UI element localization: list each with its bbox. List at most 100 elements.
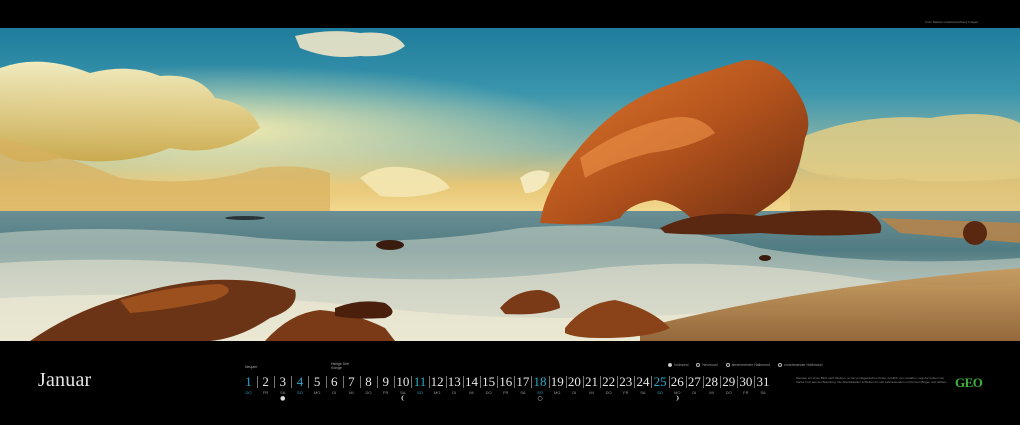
weekday-label: MI — [709, 390, 714, 395]
day-number: 7 — [348, 374, 355, 389]
weekday-label: FR — [262, 390, 269, 395]
day-cell: 9 FR — [377, 374, 396, 395]
waxing-moon-icon — [778, 363, 783, 367]
day-number: 17 — [516, 374, 530, 389]
day-number: 6 — [331, 374, 338, 389]
weekday-label: DO — [245, 390, 252, 395]
new-moon-icon — [696, 363, 701, 367]
day-cell: 8 DO — [360, 374, 379, 395]
day-cell: 25 SO — [652, 374, 670, 395]
day-cell: 12 MO — [429, 374, 447, 395]
weekday-label: MI — [469, 390, 474, 395]
day-number: 5 — [313, 374, 321, 389]
day-cell: 17 SA — [514, 374, 533, 395]
weekday-label: FR — [503, 390, 509, 395]
geo-logo: GEO — [955, 375, 983, 390]
day-cell: 26 MO ❩ — [669, 374, 687, 402]
weekday-label: FR — [383, 390, 389, 395]
weekday-label: FR — [623, 390, 629, 395]
weekday-label: MO — [553, 390, 561, 395]
legend-full-moon: Vollmond — [668, 363, 688, 367]
day-number: 9 — [382, 374, 389, 389]
weekday-label: SA — [760, 390, 766, 395]
legend-waxing-moon: zunehmender Halbmond — [778, 363, 822, 367]
day-number: 15 — [482, 374, 496, 389]
weekday-label: DI — [692, 390, 697, 395]
holiday-label: Neujahr — [245, 365, 258, 369]
day-number: 31 — [756, 374, 770, 389]
weekday-label: SA — [520, 390, 526, 395]
weekday-label: SO — [297, 390, 303, 395]
weekday-label: MI — [589, 390, 594, 395]
day-number: 25 — [653, 374, 667, 389]
day-cell: 11 SO — [412, 374, 430, 395]
moon-phase-icon: ● — [280, 395, 286, 402]
waning-moon-icon — [725, 363, 730, 367]
day-cell: 18 SO ○ — [532, 374, 550, 402]
weekday-label: DO — [365, 390, 372, 395]
day-cell: 2 FR — [257, 374, 276, 395]
day-cell: 21 MI — [583, 374, 601, 395]
day-number: 23 — [619, 374, 633, 389]
weekday-label: DO — [485, 390, 492, 395]
day-number: 4 — [296, 374, 304, 389]
moon-phase-legend: Vollmond Neumond abnehmender Halbmond zu… — [668, 363, 822, 367]
holiday-label: Heilige Drei Könige — [331, 362, 350, 370]
day-number: 13 — [447, 374, 461, 389]
full-moon-icon — [668, 363, 672, 367]
day-number: 18 — [533, 374, 547, 389]
legend-new-moon: Neumond — [696, 363, 718, 367]
moon-phase-icon: ○ — [537, 395, 543, 402]
day-cell: 1 DO — [240, 374, 258, 395]
weekday-label: MO — [433, 390, 441, 395]
weekday-label: SO — [657, 390, 663, 395]
day-number: 11 — [413, 374, 427, 389]
weekday-label: DI — [572, 390, 577, 395]
day-cell: 14 MI — [463, 374, 481, 395]
day-cell: 29 DO — [720, 374, 739, 395]
day-cell: 7 MI — [343, 374, 361, 395]
day-number: 10 — [396, 374, 410, 389]
weekday-label: FR — [743, 390, 749, 395]
day-number: 21 — [585, 374, 598, 389]
day-number: 2 — [262, 374, 269, 389]
day-number: 26 — [670, 374, 684, 389]
day-number: 24 — [636, 374, 650, 389]
month-title: Januar — [38, 369, 92, 391]
weekday-label: MO — [313, 390, 321, 395]
weekday-label: SA — [640, 390, 646, 395]
day-cell: 5 MO — [309, 374, 327, 395]
day-number: 8 — [365, 374, 372, 389]
day-number: 3 — [279, 374, 287, 389]
day-number: 14 — [464, 374, 478, 389]
day-cell: 3 SA ● — [274, 374, 293, 402]
moon-phase-icon: ❩ — [674, 395, 680, 402]
day-number: 29 — [722, 374, 736, 389]
weekday-label: DI — [452, 390, 457, 395]
day-number: 28 — [705, 374, 719, 389]
day-cell: 6 DI — [326, 374, 344, 395]
day-cell: 16 FR — [497, 374, 516, 395]
day-number: 16 — [499, 374, 513, 389]
weekday-label: DO — [725, 390, 732, 395]
day-number: 27 — [687, 374, 701, 389]
landscape-photo — [0, 28, 1020, 341]
calendar-page: Foto: Markus Landsmann/Getty Images Janu… — [0, 0, 1020, 425]
day-cell: 31 SA — [755, 374, 772, 396]
day-cell: 30 FR — [737, 375, 756, 395]
day-number: 22 — [602, 374, 616, 389]
day-cell: 20 DI — [566, 374, 584, 395]
weekday-label: DO — [605, 390, 612, 395]
day-number: 1 — [245, 374, 252, 389]
day-cell: 19 MO — [549, 374, 567, 395]
day-cell: 22 DO — [600, 374, 619, 395]
weekday-label: SO — [417, 390, 423, 395]
day-cell: 27 DI — [686, 374, 704, 395]
day-number: 20 — [567, 374, 581, 389]
day-cell: 24 SA — [634, 374, 653, 395]
day-number: 12 — [430, 374, 444, 389]
day-number: 19 — [550, 374, 564, 389]
day-cell: 28 MI — [703, 374, 722, 395]
weekday-label: MI — [349, 390, 354, 395]
day-cell: 23 FR — [617, 374, 636, 395]
